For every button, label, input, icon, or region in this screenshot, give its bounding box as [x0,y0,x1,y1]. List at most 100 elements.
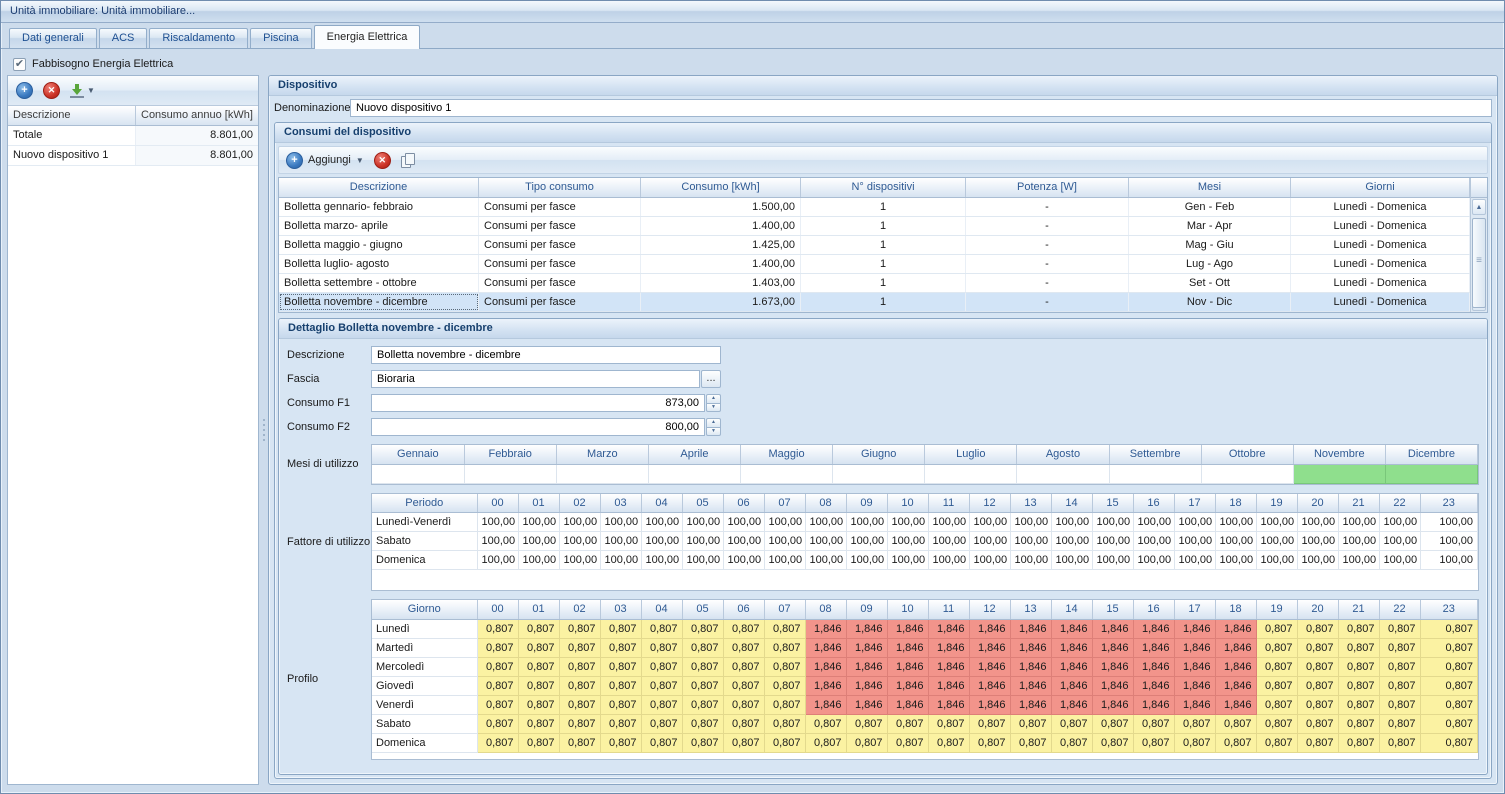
value-cell[interactable]: 100,00 [1420,513,1478,532]
value-cell[interactable]: 100,00 [1092,532,1133,551]
value-cell[interactable]: 100,00 [969,513,1010,532]
value-cell[interactable]: 100,00 [764,513,805,532]
fabbisogno-checkbox[interactable]: ✔ [13,58,26,71]
value-cell[interactable]: 100,00 [1215,551,1256,570]
value-cell[interactable]: 100,00 [559,513,600,532]
value-cell[interactable]: 100,00 [641,551,682,570]
scroll-up-icon[interactable]: ▲ [1472,199,1486,215]
value-cell[interactable]: 100,00 [1133,551,1174,570]
fascia-input[interactable] [371,370,700,388]
value-cell[interactable]: 100,00 [1338,513,1379,532]
month-cell-novembre[interactable] [1293,464,1385,483]
month-cell-aprile[interactable] [648,464,740,483]
consumo-f2-stepper[interactable]: ▲▼ [706,418,721,436]
stepper-down-icon[interactable]: ▼ [706,403,721,413]
value-cell[interactable]: 100,00 [1010,551,1051,570]
month-cell-agosto[interactable] [1017,464,1109,483]
value-cell[interactable]: 100,00 [1379,513,1420,532]
panel-splitter[interactable] [259,75,268,785]
month-cell-settembre[interactable] [1109,464,1201,483]
consumi-row[interactable]: Bolletta gennario- febbraioConsumi per f… [279,198,1470,217]
consumi-col-giorni[interactable]: Giorni [1291,178,1470,197]
consumi-col-potenza[interactable]: Potenza [W] [966,178,1129,197]
delete-device-button[interactable]: ✕ [43,82,60,99]
value-cell[interactable]: 100,00 [928,551,969,570]
value-cell[interactable]: 100,00 [1010,532,1051,551]
scroll-track[interactable] [1471,216,1487,294]
value-cell[interactable]: 100,00 [1051,532,1092,551]
tab-riscaldamento[interactable]: Riscaldamento [149,28,248,48]
stepper-up-icon[interactable]: ▲ [706,418,721,427]
month-cell-dicembre[interactable] [1385,464,1477,483]
value-cell[interactable]: 100,00 [764,532,805,551]
value-cell[interactable]: 100,00 [1215,532,1256,551]
value-cell[interactable]: 100,00 [1338,551,1379,570]
value-cell[interactable]: 100,00 [928,513,969,532]
value-cell[interactable]: 100,00 [1379,551,1420,570]
value-cell[interactable]: 100,00 [887,551,928,570]
consumo-f2-input[interactable] [371,418,705,436]
value-cell[interactable]: 100,00 [1133,513,1174,532]
value-cell[interactable]: 100,00 [1051,513,1092,532]
value-cell[interactable]: 100,00 [518,551,559,570]
value-cell[interactable]: 100,00 [723,532,764,551]
value-cell[interactable]: 100,00 [559,532,600,551]
tab-acs[interactable]: ACS [99,28,148,48]
value-cell[interactable]: 100,00 [600,551,641,570]
value-cell[interactable]: 100,00 [559,551,600,570]
consumi-row[interactable]: Bolletta settembre - ottobreConsumi per … [279,274,1470,293]
value-cell[interactable]: 100,00 [600,532,641,551]
value-cell[interactable]: 100,00 [846,532,887,551]
value-cell[interactable]: 100,00 [846,513,887,532]
consumi-scrollbar[interactable]: ▲ ▼ [1470,178,1487,312]
value-cell[interactable]: 100,00 [1133,532,1174,551]
value-cell[interactable]: 100,00 [969,532,1010,551]
value-cell[interactable]: 100,00 [1215,513,1256,532]
consumo-f1-stepper[interactable]: ▲▼ [706,394,721,412]
value-cell[interactable]: 100,00 [1174,513,1215,532]
devices-col-descrizione[interactable]: Descrizione [8,106,136,125]
month-cell-febbraio[interactable] [464,464,556,483]
value-cell[interactable]: 100,00 [928,532,969,551]
value-cell[interactable]: 100,00 [1174,551,1215,570]
tab-dati-generali[interactable]: Dati generali [9,28,97,48]
device-row[interactable]: Nuovo dispositivo 18.801,00 [8,146,258,166]
value-cell[interactable]: 100,00 [682,551,723,570]
month-cell-giugno[interactable] [833,464,925,483]
export-button[interactable]: ▼ [70,83,95,98]
value-cell[interactable]: 100,00 [641,532,682,551]
value-cell[interactable]: 100,00 [1010,513,1051,532]
value-cell[interactable]: 100,00 [1420,532,1478,551]
value-cell[interactable]: 100,00 [1256,513,1297,532]
value-cell[interactable]: 100,00 [723,551,764,570]
value-cell[interactable]: 100,00 [805,532,846,551]
value-cell[interactable]: 100,00 [1297,532,1338,551]
delete-consumo-button[interactable]: ✕ [374,152,391,169]
value-cell[interactable]: 100,00 [682,532,723,551]
value-cell[interactable]: 100,00 [1092,513,1133,532]
consumi-col-n[interactable]: N° dispositivi [801,178,966,197]
value-cell[interactable]: 100,00 [1256,551,1297,570]
month-cell-maggio[interactable] [741,464,833,483]
fascia-picker-button[interactable]: ... [701,370,721,388]
device-row[interactable]: Totale8.801,00 [8,126,258,146]
month-cell-luglio[interactable] [925,464,1017,483]
denominazione-input[interactable] [350,99,1492,117]
value-cell[interactable]: 100,00 [477,551,518,570]
scroll-thumb[interactable] [1472,218,1486,308]
copy-consumo-button[interactable] [401,153,415,168]
value-cell[interactable]: 100,00 [1297,551,1338,570]
descrizione-input[interactable] [371,346,721,364]
value-cell[interactable]: 100,00 [1051,551,1092,570]
consumi-row[interactable]: Bolletta maggio - giugnoConsumi per fasc… [279,236,1470,255]
value-cell[interactable]: 100,00 [887,532,928,551]
value-cell[interactable]: 100,00 [805,551,846,570]
consumi-col-mesi[interactable]: Mesi [1129,178,1291,197]
value-cell[interactable]: 100,00 [477,513,518,532]
tab-piscina[interactable]: Piscina [250,28,311,48]
month-cell-marzo[interactable] [556,464,648,483]
value-cell[interactable]: 100,00 [682,513,723,532]
value-cell[interactable]: 100,00 [600,513,641,532]
consumi-col-descrizione[interactable]: Descrizione [279,178,479,197]
value-cell[interactable]: 100,00 [1338,532,1379,551]
